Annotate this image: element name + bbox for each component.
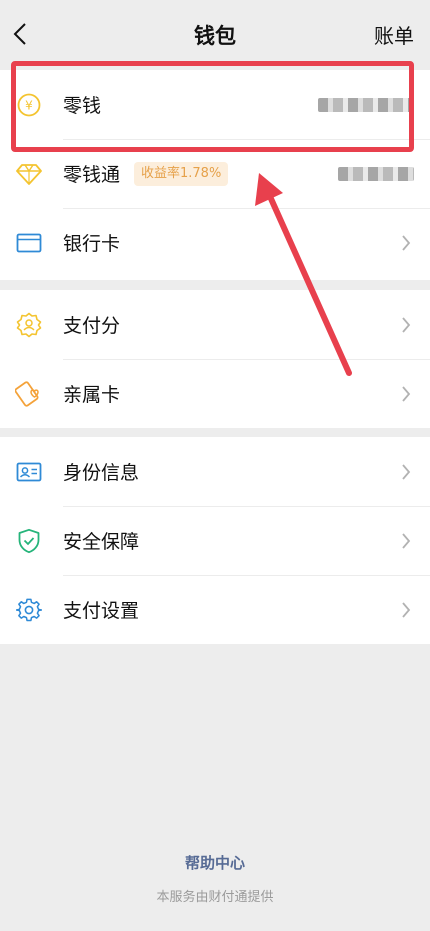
help-center-link[interactable]: 帮助中心 [0,852,430,873]
menu-item-label: 身份信息 [63,462,140,484]
gear-icon [15,596,43,624]
shield-icon [15,527,43,555]
chevron-right-icon [400,462,412,482]
wallet-balance-section: ¥ 零钱 零钱通 收益率1.78% 银行卡 [0,70,430,280]
menu-item-label: 安全保障 [63,531,140,553]
id-card-icon [15,458,43,486]
chevron-right-icon [400,315,412,335]
menu-item-label: 银行卡 [63,233,121,255]
menu-item-bank-card[interactable]: 银行卡 [0,208,430,277]
menu-item-label: 支付设置 [63,600,140,622]
menu-item-identity[interactable]: 身份信息 [0,437,430,506]
bill-button[interactable]: 账单 [374,20,414,49]
menu-item-pay-score[interactable]: 支付分 [0,290,430,359]
page-title: 钱包 [194,24,236,48]
menu-item-change[interactable]: ¥ 零钱 [0,70,430,139]
menu-item-label: 亲属卡 [63,384,121,406]
credit-section: 支付分 亲属卡 [0,290,430,428]
service-provider-note: 本服务由财付通提供 [156,890,274,905]
chevron-right-icon [400,531,412,551]
nav-bar: 钱包 账单 [0,0,430,70]
chevron-right-icon [400,233,412,253]
bank-card-icon [15,229,43,257]
masked-balance-value [318,98,414,112]
menu-item-payment-settings[interactable]: 支付设置 [0,575,430,644]
family-card-icon [15,380,43,408]
masked-balance-value [338,167,414,181]
yield-rate-badge: 收益率1.78% [134,161,229,186]
svg-text:¥: ¥ [25,98,33,112]
menu-item-label: 零钱通 [63,164,121,186]
menu-item-change-pass[interactable]: 零钱通 收益率1.78% [0,139,430,208]
diamond-icon [15,160,43,188]
pay-score-icon [15,311,43,339]
menu-item-family-card[interactable]: 亲属卡 [0,359,430,428]
change-coin-icon: ¥ [15,91,43,119]
menu-item-security[interactable]: 安全保障 [0,506,430,575]
chevron-right-icon [400,384,412,404]
menu-item-label: 支付分 [63,315,121,337]
settings-section: 身份信息 安全保障 支付设置 [0,437,430,644]
menu-item-label: 零钱 [63,95,102,117]
chevron-right-icon [400,600,412,620]
